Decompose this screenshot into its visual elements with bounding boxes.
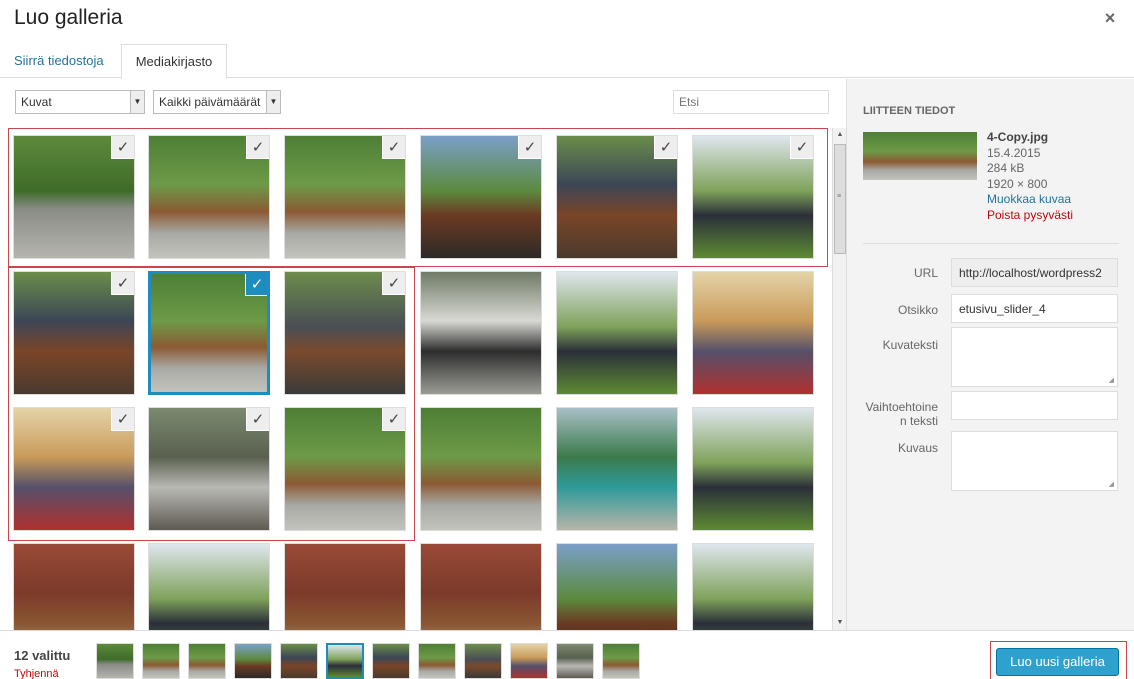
photo-image [557, 408, 677, 530]
create-button-highlight: Luo uusi galleria [990, 641, 1127, 679]
caption-label: Kuvateksti [882, 338, 938, 352]
attachment-filename: 4-Copy.jpg [987, 130, 1049, 144]
alt-text-label-line2: n teksti [899, 414, 938, 428]
selected-count: 12 valittu [14, 648, 71, 663]
selection-highlight-box [8, 267, 415, 541]
media-thumbnail[interactable] [692, 543, 814, 630]
media-type-filter-value: Kuvat [21, 95, 52, 109]
photo-image [149, 544, 269, 630]
selection-toolbar: 12 valittu Tyhjennä Luo uusi galleria [0, 630, 1134, 679]
tab-bar: Siirrä tiedostoja Mediakirjasto [0, 42, 1134, 79]
media-thumbnail[interactable] [556, 407, 678, 531]
alt-text-field[interactable] [951, 391, 1118, 420]
media-thumbnail[interactable] [420, 271, 542, 395]
photo-image [14, 544, 134, 630]
attachment-size: 284 kB [987, 161, 1025, 175]
media-thumbnail[interactable] [148, 543, 270, 630]
search-input[interactable] [673, 90, 829, 114]
tab-upload-files[interactable]: Siirrä tiedostoja [4, 44, 114, 78]
selected-thumbnail[interactable] [602, 643, 640, 679]
caption-field[interactable]: ◢ [951, 327, 1118, 387]
grid-scrollbar[interactable]: ▲ ≡ ▼ [832, 128, 846, 630]
selected-thumbnail[interactable] [188, 643, 226, 679]
url-field[interactable] [951, 258, 1118, 287]
alt-text-label: Vaihtoehtoine n teksti [865, 400, 938, 428]
title-field[interactable] [951, 294, 1118, 323]
attachment-dimensions: 1920 × 800 [987, 176, 1048, 191]
media-thumbnail[interactable] [692, 407, 814, 531]
photo-image [693, 544, 813, 630]
resize-handle-icon[interactable]: ◢ [1109, 376, 1114, 384]
attachment-date: 15.4.2015 [987, 145, 1041, 160]
create-new-gallery-button[interactable]: Luo uusi galleria [996, 648, 1119, 676]
tab-media-library[interactable]: Mediakirjasto [121, 44, 227, 79]
selection-highlight-box [8, 128, 828, 267]
photo-image [693, 408, 813, 530]
selected-thumbnail[interactable] [142, 643, 180, 679]
scrollbar-thumb[interactable]: ≡ [834, 144, 846, 254]
attachment-info: 4-Copy.jpg 15.4.2015 284 kB 1920 × 800 M… [987, 130, 1073, 223]
media-thumbnail[interactable] [13, 543, 135, 630]
media-thumbnail[interactable] [556, 543, 678, 630]
media-thumbnail[interactable] [556, 271, 678, 395]
chevron-down-icon: ▼ [266, 91, 280, 113]
delete-permanently-link[interactable]: Poista pysyvästi [987, 208, 1073, 224]
attachment-details-panel: LIITTEEN TIEDOT 4-Copy.jpg 15.4.2015 284… [846, 79, 1134, 630]
media-thumbnail[interactable] [284, 543, 406, 630]
selected-thumbnail[interactable] [280, 643, 318, 679]
media-thumbnail[interactable] [692, 271, 814, 395]
resize-handle-icon[interactable]: ◢ [1109, 480, 1114, 488]
alt-text-label-line1: Vaihtoehtoine [865, 400, 938, 414]
photo-image [557, 272, 677, 394]
media-thumbnail[interactable] [420, 407, 542, 531]
edit-image-link[interactable]: Muokkaa kuvaa [987, 192, 1073, 208]
photo-image [421, 272, 541, 394]
media-type-filter[interactable]: Kuvat ▼ [15, 90, 145, 114]
chevron-down-icon: ▼ [130, 91, 144, 113]
media-thumbnail[interactable] [420, 543, 542, 630]
selected-thumbnail[interactable] [510, 643, 548, 679]
photo-image [285, 544, 405, 630]
date-filter-value: Kaikki päivämäärät [159, 95, 261, 109]
url-label: URL [913, 266, 938, 280]
create-gallery-modal: Luo galleria × Siirrä tiedostoja Mediaki… [0, 0, 1134, 679]
scroll-down-icon[interactable]: ▼ [835, 618, 845, 628]
divider [863, 243, 1119, 244]
scroll-up-icon[interactable]: ▲ [835, 130, 845, 140]
photo-image [421, 408, 541, 530]
selected-thumbnail[interactable] [418, 643, 456, 679]
selected-thumbnail[interactable] [96, 643, 134, 679]
title-label: Otsikko [897, 303, 938, 317]
attachment-details-heading: LIITTEEN TIEDOT [863, 105, 956, 117]
modal-title: Luo galleria [14, 6, 123, 29]
photo-image [421, 544, 541, 630]
selected-thumbnail[interactable] [326, 643, 364, 679]
description-label: Kuvaus [897, 441, 938, 455]
photo-image [693, 272, 813, 394]
selected-thumbnail[interactable] [556, 643, 594, 679]
photo-image [557, 544, 677, 630]
selected-thumbnail[interactable] [464, 643, 502, 679]
description-field[interactable]: ◢ [951, 431, 1118, 491]
selected-thumbnail[interactable] [372, 643, 410, 679]
clear-selection-link[interactable]: Tyhjennä [14, 668, 59, 679]
selected-thumbnail[interactable] [234, 643, 272, 679]
attachment-thumbnail [863, 132, 977, 180]
close-icon[interactable]: × [1100, 8, 1120, 28]
date-filter[interactable]: Kaikki päivämäärät ▼ [153, 90, 281, 114]
